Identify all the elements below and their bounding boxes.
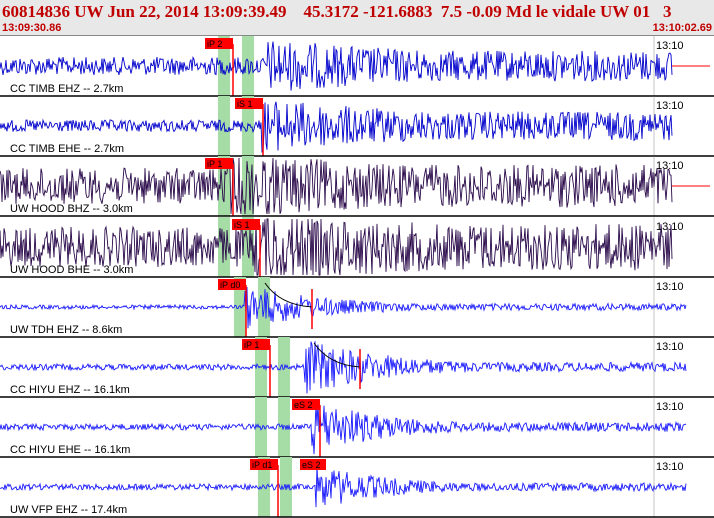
pick-flag[interactable]: iS 1 [232,219,260,230]
pick-flag[interactable]: iP 2 [205,38,233,49]
seismogram-panel[interactable]: iP 2 13:10 CC TIMB EHZ -- 2.7km iS 1 13:10 CC… [0,36,714,518]
waveform-trace[interactable] [0,464,687,508]
minute-label: 13:10 [656,401,684,413]
minute-label: 13:10 [656,40,684,52]
pick-flag[interactable]: iS 1 [235,98,263,109]
minute-label: 13:10 [656,100,684,112]
trace-label: CC TIMB EHE -- 2.7km [10,143,124,155]
trace-row-6[interactable]: iP 1 13:10 CC HIYU EHZ -- 16.1km [0,337,714,398]
minute-label: 13:10 [656,221,684,233]
trace-label: CC HIYU EHE -- 16.1km [10,444,130,456]
minute-label: 13:10 [656,160,684,172]
pick-flag[interactable]: iP 1 [242,339,270,350]
pick-flag[interactable]: iP d1 [250,459,278,470]
minute-label: 13:10 [656,341,684,353]
pick-label: eS 2 [294,400,313,410]
waveform-trace[interactable] [0,286,687,329]
trace-label: CC HIYU EHZ -- 16.1km [10,384,130,396]
pick-label: iP d1 [252,460,272,470]
trace-row-7[interactable]: eS 2 13:10 CC HIYU EHE -- 16.1km [0,397,714,458]
pick-flag[interactable]: iP d0 [218,279,246,290]
pick-window-band [278,337,290,397]
pick-flag[interactable]: eS 2 [292,399,320,410]
coda-curve [264,282,313,308]
minute-label: 13:10 [656,461,684,473]
pick-flag-secondary[interactable]: eS 2 [300,459,326,470]
trace-label: UW HOOD BHZ -- 3.0km [10,203,133,215]
pick-label: iS 1 [234,220,250,230]
trace-row-5[interactable]: iP d0 13:10 UW TDH EHZ -- 8.6km [0,277,714,338]
trace-row-3[interactable]: iP 1 13:10 UW HOOD BHZ -- 3.0km [0,156,714,217]
minute-label: 13:10 [656,281,684,293]
event-title: 60814836 UW Jun 22, 2014 13:09:39.49 45.… [2,2,672,21]
trace-label: UW HOOD BHE -- 3.0km [10,264,133,276]
trace-row-1[interactable]: iP 2 13:10 CC TIMB EHZ -- 2.7km [0,36,714,97]
trace-row-4[interactable]: iS 1 13:10 UW HOOD BHE -- 3.0km [0,217,714,278]
end-time: 13:10:02.69 [652,22,712,34]
trace-row-8[interactable]: iP d1 eS 2 13:10 UW VFP EHZ -- 17.4km [0,457,714,518]
trace-label: UW TDH EHZ -- 8.6km [10,324,122,336]
pick-label: iP 1 [244,340,259,350]
pick-flag[interactable]: iP 1 [205,158,233,169]
trace-label: UW VFP EHZ -- 17.4km [10,504,127,516]
pick-label: iP 1 [207,159,222,169]
pick-label: iP d0 [220,280,240,290]
trace-label: CC TIMB EHZ -- 2.7km [10,83,123,95]
start-time: 13:09:30.86 [2,22,62,34]
pick-label: iP 2 [207,39,222,49]
trace-row-2[interactable]: iS 1 13:10 CC TIMB EHE -- 2.7km [0,96,714,157]
header-bar: 60814836 UW Jun 22, 2014 13:09:39.49 45.… [0,0,714,36]
pick-label: eS 2 [302,460,321,470]
pick-label: iS 1 [237,99,253,109]
